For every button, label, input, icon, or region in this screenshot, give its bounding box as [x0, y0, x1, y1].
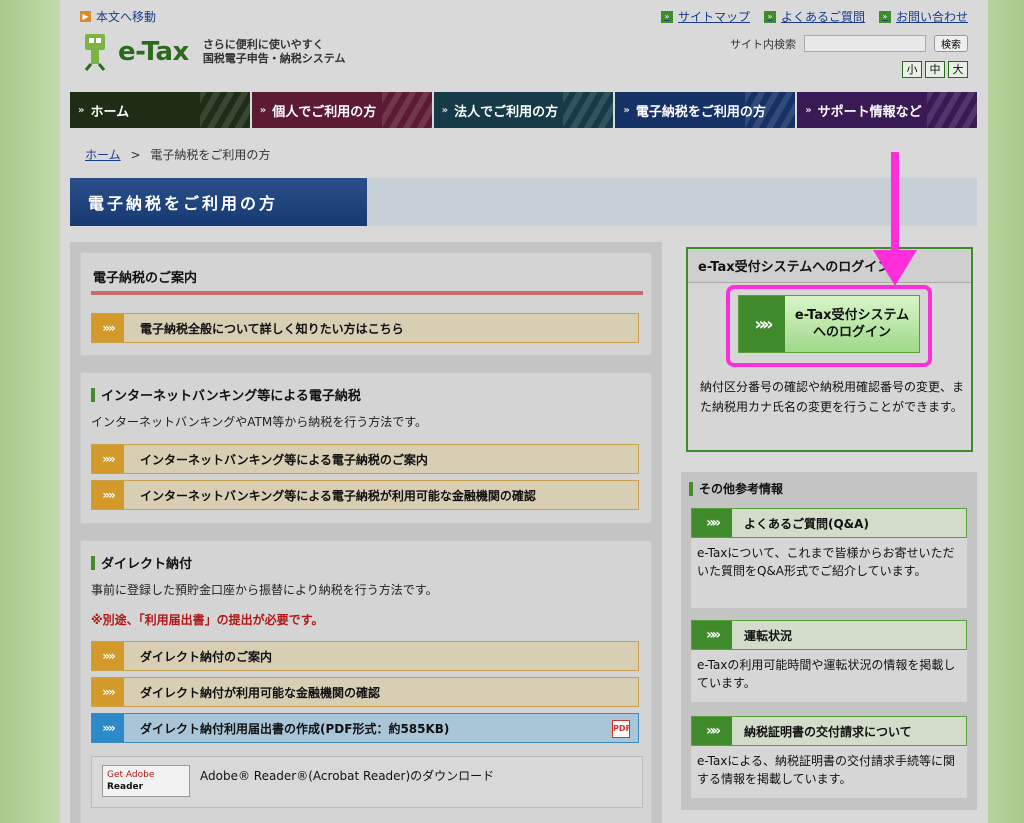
adobe-reader-text: Adobe® Reader®(Acrobat Reader)のダウンロード: [200, 769, 495, 783]
page-header: 電子納税をご利用の方: [70, 178, 977, 226]
page-title: 電子納税をご利用の方: [70, 178, 367, 226]
site-search: サイト内検索 検索: [730, 35, 968, 52]
contact-link[interactable]: » お問い合わせ: [878, 8, 968, 25]
chevron-icon: »: [623, 104, 630, 116]
tagline: さらに便利に使いやすく 国税電子申告・納税システム: [202, 38, 346, 65]
main-content: 電子納税のご案内 »» 電子納税全般について詳しく知りたい方はこちら インターネ…: [70, 242, 662, 823]
faq-card-desc: e-Taxについて、これまで皆様からお寄せいただいた質問をQ&A形式でご紹介して…: [697, 546, 955, 578]
chevron-icon: »: [259, 104, 267, 116]
direct-payment-section: ダイレクト納付 事前に登録した預貯金口座から振替により納税を行う方法です。 ※別…: [80, 540, 652, 823]
double-chevron-icon: »»: [92, 314, 124, 342]
highlight-arrow-shaft: [891, 152, 899, 262]
internet-banking-desc: インターネットバンキングやATM等から納税を行う方法です。: [91, 415, 428, 429]
guide-section: 電子納税のご案内 »» 電子納税全般について詳しく知りたい方はこちら: [80, 252, 652, 356]
font-small-button[interactable]: 小: [902, 61, 922, 78]
direct-payment-title: ダイレクト納付: [91, 553, 192, 572]
chevron-icon: »: [78, 104, 85, 116]
section-marker: [689, 481, 693, 496]
nav-e-payment[interactable]: » 電子納税をご利用の方: [615, 92, 796, 128]
login-panel-title: e-Tax受付システムへのログイン: [688, 249, 971, 283]
direct-payment-guide-link[interactable]: »» ダイレクト納付のご案内: [91, 641, 639, 671]
section-marker: [91, 387, 95, 402]
direct-payment-note: ※別途、「利用届出書」の提出が必要です。: [91, 613, 324, 627]
double-chevron-icon: »»: [739, 296, 785, 352]
guide-title: 電子納税のご案内: [93, 271, 198, 286]
login-desc: 納付区分番号の確認や納税用確認番号の変更、また納税用カナ氏名の変更を行うことがで…: [700, 380, 965, 414]
pdf-icon: PDF: [612, 720, 631, 738]
direct-payment-banks-link[interactable]: »» ダイレクト納付が利用可能な金融機関の確認: [91, 677, 639, 707]
search-label: サイト内検索: [730, 37, 796, 51]
sitemap-link[interactable]: » サイトマップ: [660, 8, 750, 25]
double-chevron-icon: »»: [692, 717, 732, 745]
skip-arrow-icon: ▶: [80, 11, 91, 22]
breadcrumb-home-link[interactable]: ホーム: [85, 148, 121, 162]
nav-corporate[interactable]: » 法人でご利用の方: [433, 92, 614, 128]
faq-card-link[interactable]: »» よくあるご質問(Q&A): [691, 508, 967, 538]
operation-status-link[interactable]: »» 運転状況: [691, 620, 967, 650]
double-chevron-icon: »»: [692, 509, 732, 537]
global-nav: » ホーム » 個人でご利用の方 » 法人でご利用の方 » 電子納税をご利用の方 » サポ…: [70, 92, 977, 128]
double-chevron-icon: »»: [92, 445, 124, 473]
tax-certificate-link[interactable]: »» 納税証明書の交付請求について: [691, 716, 967, 746]
arrow-icon: »: [763, 10, 776, 23]
section-divider: [91, 291, 643, 295]
nav-individual[interactable]: » 個人でご利用の方: [251, 92, 432, 128]
operation-status-card: »» 運転状況 e-Taxの利用可能時間や運転状況の情報を掲載しています。: [691, 620, 967, 702]
guide-link[interactable]: »» 電子納税全般について詳しく知りたい方はこちら: [91, 313, 639, 343]
search-input[interactable]: [804, 35, 926, 52]
tax-certificate-desc: e-Taxによる、納税証明書の交付請求手続等に関する情報を掲載しています。: [697, 754, 956, 786]
chevron-icon: »: [441, 104, 449, 116]
internet-banking-guide-link[interactable]: »» インターネットバンキング等による電子納税のご案内: [91, 444, 639, 474]
font-large-button[interactable]: 大: [948, 61, 968, 78]
get-adobe-reader-logo[interactable]: Get Adobe Reader: [102, 765, 190, 797]
operation-status-desc: e-Taxの利用可能時間や運転状況の情報を掲載しています。: [697, 658, 956, 690]
tax-certificate-card: »» 納税証明書の交付請求について e-Taxによる、納税証明書の交付請求手続等…: [691, 716, 967, 798]
brand-name: e-Tax: [118, 37, 189, 67]
double-chevron-icon: »»: [92, 481, 124, 509]
breadcrumb-separator: >: [130, 148, 141, 162]
breadcrumb-current: 電子納税をご利用の方: [150, 148, 271, 162]
font-medium-button[interactable]: 中: [925, 61, 945, 78]
page: ▶ 本文へ移動 » サイトマップ » よくあるご質問 » お問い合わせ e-Tax さ…: [60, 0, 988, 823]
faq-card: »» よくあるご質問(Q&A) e-Taxについて、これまで皆様からお寄せいただ…: [691, 508, 967, 608]
direct-payment-desc: 事前に登録した預貯金口座から振替により納税を行う方法です。: [91, 583, 438, 597]
internet-banking-section: インターネットバンキング等による電子納税 インターネットバンキングやATM等から…: [80, 372, 652, 524]
nav-home[interactable]: » ホーム: [70, 92, 250, 128]
internet-banking-title: インターネットバンキング等による電子納税: [91, 385, 361, 404]
skip-to-content-link[interactable]: ▶ 本文へ移動: [80, 8, 156, 25]
highlight-arrow-icon: [873, 250, 917, 286]
breadcrumb: ホーム > 電子納税をご利用の方: [85, 146, 270, 163]
double-chevron-icon: »»: [92, 714, 124, 742]
arrow-icon: »: [660, 10, 673, 23]
site-logo[interactable]: e-Tax さらに便利に使いやすく 国税電子申告・納税システム: [82, 32, 345, 72]
double-chevron-icon: »»: [92, 678, 124, 706]
section-marker: [91, 555, 95, 570]
etax-mascot-icon: [82, 32, 112, 72]
login-panel: e-Tax受付システムへのログイン »» e-Tax受付システム へのログイン …: [686, 247, 973, 452]
top-links: » サイトマップ » よくあるご質問 » お問い合わせ: [660, 8, 968, 25]
login-highlight-box: »» e-Tax受付システム へのログイン: [726, 285, 932, 367]
search-button[interactable]: 検索: [934, 35, 968, 52]
adobe-reader-download: Get Adobe Reader Adobe® Reader®(Acrobat …: [91, 756, 643, 808]
internet-banking-banks-link[interactable]: »» インターネットバンキング等による電子納税が利用可能な金融機関の確認: [91, 480, 639, 510]
other-info-section: その他参考情報 »» よくあるご質問(Q&A) e-Taxについて、これまで皆様…: [681, 472, 977, 810]
arrow-icon: »: [878, 10, 891, 23]
etax-login-button[interactable]: »» e-Tax受付システム へのログイン: [738, 295, 920, 353]
double-chevron-icon: »»: [692, 621, 732, 649]
font-size-controls: 小 中 大: [902, 61, 968, 78]
chevron-icon: »: [805, 104, 812, 116]
faq-link[interactable]: » よくあるご質問: [763, 8, 865, 25]
direct-payment-pdf-link[interactable]: »» ダイレクト納付利用届出書の作成(PDF形式：約585KB) PDF: [91, 713, 639, 743]
double-chevron-icon: »»: [92, 642, 124, 670]
other-info-title: その他参考情報: [689, 480, 783, 497]
nav-support[interactable]: » サポート情報など: [797, 92, 977, 128]
